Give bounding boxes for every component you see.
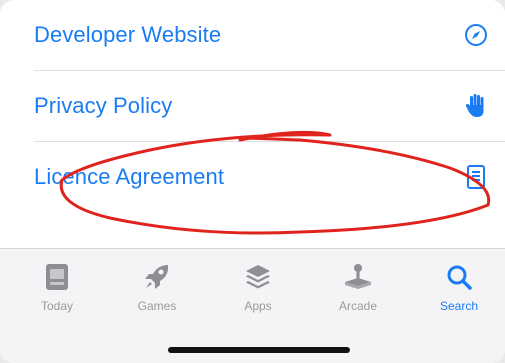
rocket-icon bbox=[141, 261, 173, 293]
licence-agreement-row[interactable]: Licence Agreement bbox=[34, 142, 494, 212]
joystick-icon bbox=[342, 261, 374, 293]
app-links-list: Developer Website Privacy Policy Licence… bbox=[0, 0, 505, 248]
tab-games[interactable]: Games bbox=[117, 261, 197, 321]
document-icon bbox=[462, 163, 490, 191]
search-icon bbox=[443, 261, 475, 293]
tab-today[interactable]: Today bbox=[17, 261, 97, 321]
privacy-policy-row[interactable]: Privacy Policy bbox=[34, 71, 494, 141]
today-icon bbox=[41, 261, 73, 293]
home-indicator bbox=[168, 347, 350, 353]
app-store-screen: Developer Website Privacy Policy Licence… bbox=[0, 0, 505, 363]
tab-label-apps: Apps bbox=[244, 299, 272, 313]
tab-search[interactable]: Search bbox=[419, 261, 499, 321]
licence-agreement-label: Licence Agreement bbox=[34, 164, 225, 189]
tab-label-today: Today bbox=[40, 299, 74, 313]
tab-arcade[interactable]: Arcade bbox=[318, 261, 398, 321]
tab-apps[interactable]: Apps bbox=[218, 261, 298, 321]
developer-website-label: Developer Website bbox=[34, 22, 222, 47]
privacy-policy-label: Privacy Policy bbox=[34, 93, 173, 118]
tab-label-games: Games bbox=[137, 299, 177, 313]
developer-website-row[interactable]: Developer Website bbox=[34, 0, 494, 70]
hand-icon bbox=[462, 92, 490, 120]
tab-label-search: Search bbox=[439, 299, 479, 313]
compass-icon bbox=[462, 21, 490, 49]
tab-label-arcade: Arcade bbox=[338, 299, 378, 313]
stack-icon bbox=[242, 261, 274, 293]
tab-bar: Today Games Apps Arcade Search bbox=[0, 248, 505, 363]
